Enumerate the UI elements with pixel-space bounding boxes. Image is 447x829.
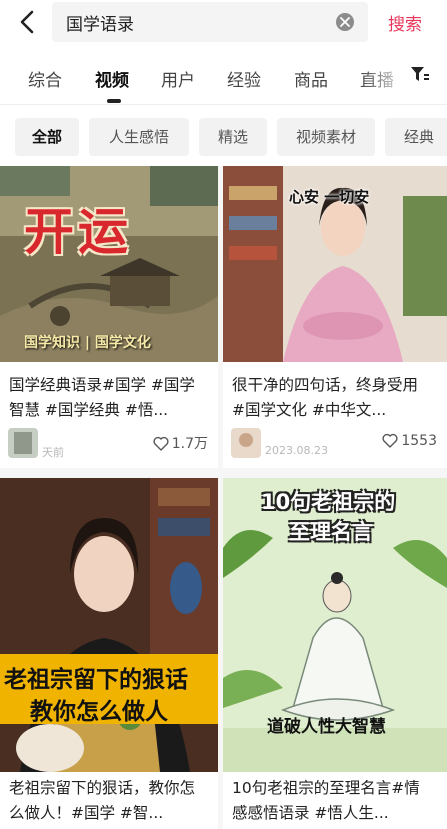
chip-featured[interactable]: 精选	[199, 118, 267, 156]
video-meta: 2023.08.23 1553	[223, 428, 447, 462]
filter-icon[interactable]	[411, 67, 429, 83]
clear-icon[interactable]	[336, 13, 354, 31]
cover-title-line2: 教你怎么做人	[30, 699, 168, 725]
cover-title: 开运	[24, 203, 132, 261]
search-box	[52, 2, 368, 42]
video-title: 国学经典语录#国学 #国学智慧 #国学经典 #悟...	[9, 376, 195, 419]
search-bar: 搜索	[0, 0, 447, 46]
tab-products[interactable]: 商品	[294, 66, 328, 91]
chip-video-material[interactable]: 视频素材	[277, 118, 375, 156]
cover-title-line1: 10句老祖宗的	[261, 490, 396, 514]
cover-footer: 道破人性大智慧	[267, 717, 386, 737]
avatar[interactable]	[231, 428, 261, 458]
chip-all[interactable]: 全部	[15, 118, 79, 156]
post-time: 2023.08.23	[265, 444, 328, 457]
post-time: 天前	[42, 446, 64, 459]
video-title: 10句老祖宗的至理名言#情感感悟语录 #悟人生...	[232, 779, 420, 822]
cover-title: 心安 一切安	[289, 188, 370, 206]
search-button[interactable]: 搜索	[388, 10, 422, 35]
like-count-value: 1553	[401, 433, 437, 449]
video-title: 很干净的四句话，终身受用#国学文化 #中华文...	[232, 376, 419, 419]
like-count-value: 1.7万	[171, 436, 208, 452]
tab-fade	[360, 52, 416, 104]
video-card[interactable]: 开运 国学知识 | 国学文化 国学经典语录#国学 #国学智慧 #国学经典 #悟.…	[0, 166, 218, 468]
tabs-divider	[0, 104, 447, 105]
video-meta: 天前 1.7万	[0, 428, 218, 462]
cover-caption: 国学知识 | 国学文化	[24, 335, 151, 351]
tab-users[interactable]: 用户	[161, 66, 195, 91]
back-arrow-icon[interactable]	[14, 8, 42, 36]
video-card[interactable]: 老祖宗留下的狠话 教你怎么做人 老祖宗留下的狠话，教你怎么做人！#国学 #智..…	[0, 478, 218, 829]
heart-icon	[153, 436, 169, 451]
video-thumbnail: 老祖宗留下的狠话 教你怎么做人	[0, 478, 218, 772]
like-count[interactable]: 1553	[382, 433, 437, 449]
heart-icon	[382, 433, 398, 448]
result-tabs: 综合 视频 用户 经验 商品 直播	[0, 52, 447, 104]
video-thumbnail: 心安 一切安	[223, 166, 447, 362]
thumbnail-woman-qipao-image	[0, 478, 218, 772]
chip-life-insight[interactable]: 人生感悟	[89, 118, 189, 156]
video-thumbnail: 10句老祖宗的 至理名言 道破人性大智慧	[223, 478, 447, 772]
filter-chips: 全部 人生感悟 精选 视频素材 经典	[0, 118, 447, 156]
tab-video[interactable]: 视频	[95, 66, 129, 91]
search-input[interactable]	[66, 2, 326, 42]
tab-experience[interactable]: 经验	[227, 66, 261, 91]
cover-title-line1: 老祖宗留下的狠话	[4, 667, 188, 693]
video-thumbnail: 开运 国学知识 | 国学文化	[0, 166, 218, 362]
tab-comprehensive[interactable]: 综合	[28, 66, 62, 91]
video-card[interactable]: 10句老祖宗的 至理名言 道破人性大智慧 10句老祖宗的至理名言#情感感悟语录 …	[223, 478, 447, 829]
video-card[interactable]: 心安 一切安 很干净的四句话，终身受用#国学文化 #中华文... 2023.08…	[223, 166, 447, 468]
cover-title-line2: 至理名言	[289, 520, 373, 544]
avatar[interactable]	[8, 428, 38, 458]
like-count[interactable]: 1.7万	[153, 433, 208, 453]
chip-classic[interactable]: 经典	[385, 118, 447, 156]
video-title: 老祖宗留下的狠话，教你怎么做人！#国学 #智...	[9, 779, 196, 822]
video-feed: 开运 国学知识 | 国学文化 国学经典语录#国学 #国学智慧 #国学经典 #悟.…	[0, 166, 447, 829]
active-tab-indicator	[107, 99, 121, 103]
